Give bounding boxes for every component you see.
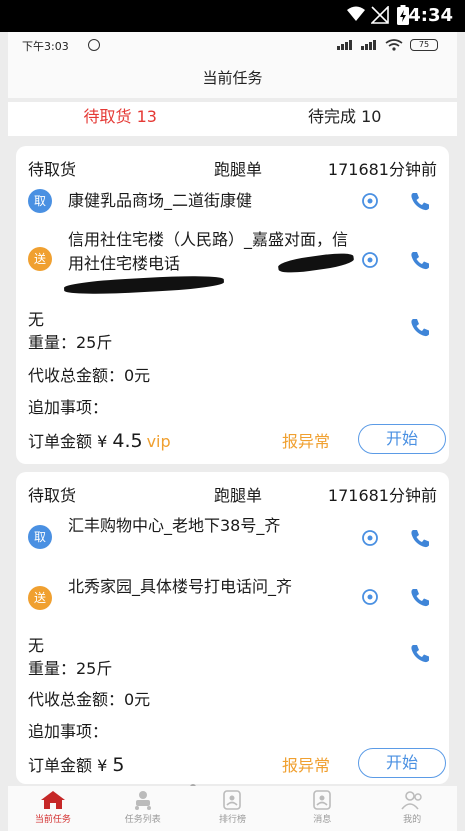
- amount-label: 订单金额 ¥: [28, 756, 113, 775]
- nav-label: 消息: [313, 815, 332, 825]
- tab-pending-complete[interactable]: 待完成 10: [233, 102, 458, 136]
- inner-wifi-icon: [385, 39, 403, 51]
- nav-label: 排行榜: [218, 815, 246, 825]
- tab-label: 待完成 10: [308, 107, 382, 126]
- vip-tag: vip: [146, 432, 171, 451]
- phone-icon[interactable]: [409, 249, 431, 271]
- phone-icon[interactable]: [409, 527, 431, 549]
- order-status: 待取货: [28, 160, 77, 179]
- item-name: 无: [28, 636, 45, 655]
- inner-status-bar: 下午3:03 75: [8, 32, 457, 58]
- pickup-address: 汇丰购物中心_老地下38号_齐: [68, 516, 281, 535]
- phone-icon[interactable]: [409, 316, 431, 338]
- page-title: 当前任务: [8, 58, 457, 98]
- redaction-scribble: [63, 273, 225, 297]
- order-card[interactable]: 待取货 跑腿单 171681分钟前 取 康健乳品商场_二道街康健 送 信用社住宅…: [16, 146, 449, 464]
- tab-label: 待取货 13: [83, 107, 157, 126]
- pickup-badge: 取: [28, 525, 52, 549]
- no-signal-icon: [371, 6, 389, 24]
- profile-icon: [401, 791, 422, 810]
- order-status: 待取货: [28, 486, 77, 505]
- wifi-icon: [347, 6, 365, 21]
- order-time-ago: 171681分钟前: [327, 160, 437, 179]
- order-amount: 订单金额 ¥ 4.5 vip: [28, 428, 171, 452]
- cod-amount: 代收总金额：0元: [28, 366, 151, 385]
- nav-label: 当前任务: [34, 815, 71, 825]
- start-button[interactable]: 开始: [358, 748, 446, 778]
- nav-task-list[interactable]: 任务列表: [98, 786, 188, 831]
- location-icon[interactable]: [359, 586, 381, 608]
- phone-icon[interactable]: [409, 642, 431, 664]
- nav-label: 我的: [403, 815, 422, 825]
- bottom-navigation: 当前任务 任务列表 排行榜 消息 我的: [8, 786, 457, 831]
- inner-battery: 75: [410, 39, 438, 51]
- tab-underline: [70, 132, 170, 134]
- order-kind: 跑腿单: [214, 486, 263, 505]
- location-icon[interactable]: [359, 190, 381, 212]
- order-amount: 订单金额 ¥ 5: [28, 752, 124, 776]
- deliver-badge: 送: [28, 586, 52, 610]
- start-button[interactable]: 开始: [358, 424, 446, 454]
- report-exception-button[interactable]: 报异常: [282, 752, 330, 776]
- item-weight: 重量：25斤: [28, 333, 113, 352]
- nav-ranking[interactable]: 排行榜: [188, 786, 278, 831]
- task-tabs: 待取货 13 待完成 10: [8, 102, 457, 136]
- item-name: 无: [28, 310, 45, 329]
- signal-icon: [337, 40, 352, 50]
- pickup-address: 康健乳品商场_二道街康健: [68, 191, 253, 210]
- amount-label: 订单金额 ¥: [28, 432, 113, 451]
- order-header: 待取货 跑腿单 171681分钟前: [28, 156, 437, 179]
- nav-profile[interactable]: 我的: [367, 786, 457, 831]
- amount-value: 4.5: [112, 430, 143, 452]
- order-header: 待取货 跑腿单 171681分钟前: [28, 482, 437, 505]
- nav-messages[interactable]: 消息: [277, 786, 367, 831]
- item-weight: 重量：25斤: [28, 659, 113, 678]
- signal-icon-2: [361, 40, 376, 50]
- system-status-bar: 4:34: [0, 0, 465, 32]
- alarm-icon: [88, 39, 100, 51]
- location-icon[interactable]: [359, 249, 381, 271]
- phone-icon[interactable]: [409, 190, 431, 212]
- order-kind: 跑腿单: [214, 160, 263, 179]
- pickup-badge: 取: [28, 189, 52, 213]
- amount-value: 5: [112, 754, 125, 776]
- battery-charging-icon: [397, 5, 409, 25]
- report-exception-button[interactable]: 报异常: [282, 428, 330, 452]
- courier-icon: [134, 791, 151, 810]
- app-screen: 下午3:03 75 当前任务 待取货 13 待完成 10 待取货 跑腿单 171…: [8, 32, 457, 831]
- system-time: 4:34: [408, 5, 453, 26]
- home-icon: [40, 791, 65, 809]
- extra-notes: 追加事项：: [28, 722, 109, 741]
- tab-underline: [295, 132, 395, 134]
- cod-amount: 代收总金额：0元: [28, 690, 151, 709]
- tab-pending-pickup[interactable]: 待取货 13: [8, 102, 233, 136]
- rank-icon: [223, 790, 242, 810]
- extra-notes: 追加事项：: [28, 398, 109, 417]
- deliver-badge: 送: [28, 247, 52, 271]
- nav-label: 任务列表: [124, 815, 161, 825]
- nav-current-tasks[interactable]: 当前任务: [8, 786, 98, 831]
- order-time-ago: 171681分钟前: [327, 486, 437, 505]
- location-icon[interactable]: [359, 527, 381, 549]
- message-icon: [313, 790, 332, 810]
- phone-icon[interactable]: [409, 586, 431, 608]
- deliver-address: 北秀家园_具体楼号打电话问_齐: [68, 577, 293, 596]
- inner-time: 下午3:03: [22, 40, 69, 53]
- order-card[interactable]: 待取货 跑腿单 171681分钟前 取 汇丰购物中心_老地下38号_齐 送 北秀…: [16, 472, 449, 784]
